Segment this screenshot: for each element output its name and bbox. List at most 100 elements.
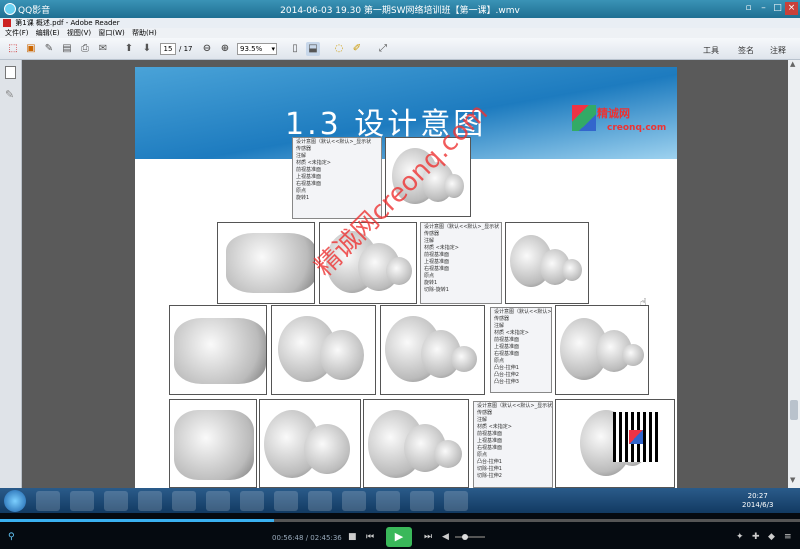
3d-icon[interactable]: ◆	[768, 532, 775, 542]
email-icon[interactable]: ✉	[96, 42, 110, 56]
adobe-reader-icon[interactable]	[240, 491, 264, 511]
tree-row: 材质 <未指定>	[296, 160, 331, 166]
start-button[interactable]	[4, 490, 26, 512]
clock-time: 20:27	[747, 492, 768, 500]
tree-row: 切除-拉伸1	[477, 466, 502, 472]
pdf-file-icon	[3, 19, 11, 27]
part-image	[380, 305, 485, 395]
folder-icon[interactable]	[172, 491, 196, 511]
tree-row: 前视基准面	[296, 167, 322, 173]
settings-icon[interactable]: ✚	[752, 532, 760, 542]
progress-fill	[0, 519, 275, 522]
clock-date: 2014/6/3	[742, 501, 774, 509]
zoom-in-icon[interactable]: ⊕	[218, 42, 232, 56]
tree-row: 原点	[477, 452, 488, 458]
navigation-rail: ✎	[0, 60, 22, 488]
playback-progress-bar[interactable]	[0, 519, 800, 522]
page-thumbnails-icon[interactable]	[5, 66, 16, 79]
vertical-scrollbar[interactable]: ▲ ▼	[788, 60, 800, 488]
play-button[interactable]: ▶	[386, 527, 412, 547]
next-icon[interactable]: ⏭	[424, 532, 432, 542]
brand-logo-icon	[572, 105, 596, 131]
volume-icon[interactable]: ◀	[442, 532, 449, 542]
brand-logo-icon	[629, 430, 643, 444]
qr-code	[613, 412, 659, 462]
feature-tree-4: 设计意图（默认<<默认>_显示状 传感器 注解 材质 <未指定> 前视基准面 上…	[473, 401, 553, 488]
zoom-select[interactable]: 93.5% ▾	[237, 43, 277, 55]
solidworks-icon[interactable]	[376, 491, 400, 511]
print-icon[interactable]: ⎙	[78, 42, 92, 56]
open-icon[interactable]: ▣	[24, 42, 38, 56]
tree-row: 上视基准面	[477, 438, 503, 444]
tree-row: 旋转1	[424, 280, 438, 286]
tree-row: 右视基准面	[424, 266, 450, 272]
windows-taskbar: 20:27 2014/6/3	[0, 488, 800, 513]
tree-row: 切除-旋转1	[424, 287, 449, 293]
cylinder-shape	[434, 440, 462, 468]
taskbar-clock[interactable]: 20:27 2014/6/3	[742, 492, 773, 510]
tools-pane-button[interactable]: 工具	[703, 45, 719, 56]
sign-pane-button[interactable]: 签名	[738, 45, 754, 56]
menu-icon[interactable]: ≡	[784, 532, 792, 542]
highlight-icon[interactable]: ✐	[350, 42, 364, 56]
zoom-out-icon[interactable]: ⊖	[200, 42, 214, 56]
document-title: 第1课 概述.pdf - Adobe Reader	[15, 19, 120, 27]
tree-row: 注解	[477, 417, 488, 423]
volume-knob[interactable]	[462, 534, 468, 540]
tree-row: 材质 <未指定>	[494, 330, 529, 336]
stop-icon[interactable]: ■	[348, 532, 357, 542]
feature-tree-3: 设计意图（默认<<默认>_ 传感器 注解 材质 <未指定> 前视基准面 上视基准…	[490, 307, 552, 393]
create-pdf-icon[interactable]: ⬚	[6, 42, 20, 56]
attachment-icon[interactable]: ✎	[5, 88, 14, 101]
tree-row: 注解	[424, 238, 435, 244]
tree-row: 原点	[494, 358, 505, 364]
volume-slider[interactable]	[455, 534, 485, 540]
minimize-button[interactable]: –	[757, 2, 770, 15]
scrollbar-thumb[interactable]	[790, 400, 798, 420]
app-icon[interactable]	[410, 491, 434, 511]
tree-row: 右视基准面	[477, 445, 503, 451]
chrome-icon[interactable]	[70, 491, 94, 511]
scroll-up-icon[interactable]: ▲	[790, 60, 795, 68]
scroll-down-icon[interactable]: ▼	[790, 476, 795, 484]
app-icon[interactable]	[104, 491, 128, 511]
tree-row: 原点	[424, 273, 435, 279]
previous-page-icon[interactable]: ⬆	[122, 42, 136, 56]
close-button[interactable]: ×	[785, 2, 798, 15]
app-icon[interactable]	[138, 491, 162, 511]
edit-icon[interactable]: ✎	[42, 42, 56, 56]
page-number-input[interactable]: 15	[160, 43, 176, 55]
menu-window[interactable]: 窗口(W)	[98, 28, 124, 38]
app-icon[interactable]	[274, 491, 298, 511]
comment-pane-button[interactable]: 注释	[770, 45, 786, 56]
menu-file[interactable]: 文件(F)	[5, 28, 29, 38]
previous-icon[interactable]: ⏮	[366, 532, 374, 542]
cylinder-shape	[174, 318, 266, 384]
fullscreen-icon[interactable]: ⤢	[376, 42, 390, 56]
elapsed-time: 00:56:48	[272, 534, 304, 542]
pin-icon[interactable]: ▫	[742, 2, 755, 15]
menu-help[interactable]: 帮助(H)	[132, 28, 157, 38]
tree-row: 凸台-拉伸3	[494, 379, 519, 385]
fit-page-icon[interactable]: ▯	[288, 42, 302, 56]
ie-icon[interactable]	[36, 491, 60, 511]
save-icon[interactable]: ▤	[60, 42, 74, 56]
app-icon[interactable]	[342, 491, 366, 511]
fit-width-icon[interactable]: ⬓	[306, 42, 320, 56]
playlist-icon[interactable]: ⚲	[8, 532, 15, 542]
maximize-button[interactable]: □	[771, 2, 784, 15]
app-icon[interactable]	[308, 491, 332, 511]
next-page-icon[interactable]: ⬇	[140, 42, 154, 56]
tree-row: 设计意图（默认<<默认>_显示状	[296, 139, 372, 145]
menu-edit[interactable]: 编辑(E)	[36, 28, 60, 38]
comment-bubble-icon[interactable]: ◌	[332, 42, 346, 56]
feature-tree-2: 设计意图（默认<<默认>_显示状 传感器 注解 材质 <未指定> 前视基准面 上…	[420, 222, 502, 304]
app-icon[interactable]	[206, 491, 230, 511]
document-viewport[interactable]: 1.3 设计意图 精诚网 creonq.com 设计意图（默认<<默认>_显示状…	[22, 60, 788, 488]
reader-toolbar: ⬚ ▣ ✎ ▤ ⎙ ✉ ⬆ ⬇ 15 / 17 ⊖ ⊕ 93.5% ▾ ▯ ⬓ …	[0, 38, 800, 60]
word-icon[interactable]	[444, 491, 468, 511]
menu-view[interactable]: 视图(V)	[67, 28, 91, 38]
zoom-value: 93.5%	[240, 45, 263, 53]
brand-name: 精诚网	[597, 107, 630, 120]
tools-icon[interactable]: ✦	[736, 532, 744, 542]
